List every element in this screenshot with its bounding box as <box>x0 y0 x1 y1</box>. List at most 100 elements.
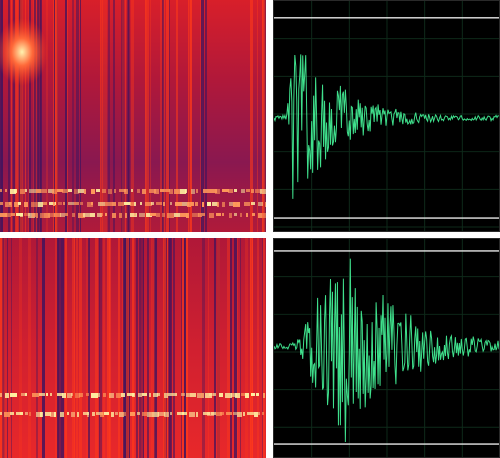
spectrogram-harmonic-cell <box>77 412 79 417</box>
spectrogram-harmonic-cell <box>86 393 89 396</box>
spectrogram-harmonic-cell <box>103 393 106 397</box>
spectrogram-harmonic-cell <box>54 412 56 417</box>
spectrogram-column <box>0 238 2 458</box>
spectrogram-harmonic-cell <box>192 213 199 217</box>
spectrogram-harmonic-cell <box>91 202 93 205</box>
spectrogram-harmonic-cell <box>36 189 41 193</box>
spectrogram-harmonic-cell <box>32 213 36 217</box>
spectrogram-harmonic-cell <box>109 393 114 398</box>
spectrogram-column <box>163 238 166 458</box>
spectrogram-harmonic-cell <box>142 393 147 396</box>
spectrogram-harmonic-cell <box>25 393 27 396</box>
spectrogram-harmonic-cell <box>243 412 245 416</box>
spectrogram-column <box>95 238 98 458</box>
spectrogram-harmonic-cell <box>46 393 48 396</box>
spectrogram-harmonic-cell <box>258 213 262 218</box>
spectrogram-harmonic-cell <box>11 213 15 216</box>
spectrogram-harmonic-cell <box>38 202 43 207</box>
spectrogram-harmonic-cell <box>152 412 159 417</box>
spectrogram-harmonic-cell <box>191 202 194 206</box>
spectrogram-harmonic-cell <box>41 189 47 193</box>
spectrogram-column <box>65 0 67 232</box>
spectrogram-harmonic-cell <box>134 202 136 206</box>
spectrogram-harmonic-cell <box>108 189 112 194</box>
spectrogram-column <box>245 238 248 458</box>
spectrogram-column <box>54 0 55 232</box>
spectrogram-harmonic-cell <box>263 393 265 398</box>
spectrogram-harmonic-cell <box>235 393 240 398</box>
spectrogram-harmonic-cell <box>115 412 118 415</box>
waveform-bottom-canvas <box>274 239 499 457</box>
spectrogram-harmonic-cell <box>252 213 255 216</box>
spectrogram-harmonic-cell <box>254 412 258 417</box>
spectrogram-harmonic-cell <box>220 412 224 415</box>
spectrogram-bottom <box>0 238 266 458</box>
spectrogram-harmonic-cell <box>105 213 107 216</box>
spectrogram-harmonic-cell <box>60 412 64 417</box>
spectrogram-harmonic-cell <box>43 202 47 205</box>
spectrogram-harmonic-cell <box>201 393 204 398</box>
spectrogram-harmonic-cell <box>258 412 260 415</box>
spectrogram-harmonic-cell <box>92 412 95 416</box>
spectrogram-harmonic-cell <box>209 393 213 396</box>
spectrogram-harmonic-cell <box>219 393 223 397</box>
spectrogram-harmonic-cell <box>185 189 187 193</box>
spectrogram-column <box>131 0 134 232</box>
spectrogram-harmonic-cell <box>114 189 116 193</box>
spectrogram-column <box>103 238 105 458</box>
spectrogram-harmonic-cell <box>222 213 224 216</box>
spectrogram-column <box>141 238 143 458</box>
spectrogram-harmonic-cell <box>124 202 131 205</box>
spectrogram-harmonic-cell <box>63 202 65 205</box>
spectrogram-harmonic-cell <box>105 202 112 206</box>
spectrogram-column <box>76 238 78 458</box>
spectrogram-harmonic-cell <box>83 213 90 217</box>
spectrogram-column <box>99 238 100 458</box>
spectrogram-harmonic-cell <box>226 412 232 415</box>
spectrogram-harmonic-cell <box>163 202 165 206</box>
spectrogram-harmonic-cell <box>118 202 124 206</box>
spectrogram-column <box>250 238 251 458</box>
spectrogram-harmonic-cell <box>217 202 219 207</box>
spectrogram-harmonic-cell <box>4 412 10 417</box>
spectrogram-harmonic-cell <box>121 393 125 397</box>
spectrogram-harmonic-cell <box>29 412 31 416</box>
spectrogram-harmonic-cell <box>91 393 98 398</box>
spectrogram-harmonic-cell <box>154 189 159 194</box>
spectrogram-column <box>121 0 124 232</box>
spectrogram-harmonic-cell <box>247 412 254 415</box>
spectrogram-column <box>139 238 141 458</box>
spectrogram-harmonic-cell <box>229 213 232 218</box>
spectrogram-column <box>143 238 144 458</box>
spectrogram-harmonic-cell <box>262 213 266 218</box>
spectrogram-column <box>42 238 45 458</box>
spectrogram-harmonic-cell <box>0 202 3 205</box>
spectrogram-harmonic-cell <box>142 412 147 416</box>
spectrogram-harmonic-cell <box>198 213 202 217</box>
spectrogram-harmonic-cell <box>125 213 127 218</box>
spectrogram-harmonic-cell <box>233 412 237 415</box>
spectrogram-harmonic-cell <box>134 213 136 216</box>
spectrogram-harmonic-cell <box>174 189 180 194</box>
spectrogram-harmonic-cell <box>91 189 95 194</box>
spectrogram-harmonic-cell <box>0 189 2 192</box>
spectrogram-column <box>79 238 82 458</box>
spectrogram-column <box>76 0 79 232</box>
spectrogram-column <box>262 0 264 232</box>
spectrogram-column <box>46 0 48 232</box>
spectrogram-harmonic-cell <box>258 202 263 206</box>
spectrogram-harmonic-cell <box>14 393 17 396</box>
spectrogram-column <box>55 238 57 458</box>
spectrogram-column <box>166 0 169 232</box>
spectrogram-harmonic-cell <box>196 412 198 417</box>
spectrogram-column <box>55 0 58 232</box>
spectrogram-harmonic-cell <box>137 412 140 415</box>
spectrogram-harmonic-cell <box>25 412 28 415</box>
spectrogram-column <box>36 238 38 458</box>
spectrogram-harmonic-cell <box>237 202 240 206</box>
spectrogram-harmonic-cell <box>160 189 164 192</box>
spectrogram-harmonic-cell <box>32 393 39 397</box>
spectrogram-harmonic-cell <box>169 189 173 194</box>
spectrogram-harmonic-cell <box>215 189 220 194</box>
spectrogram-harmonic-cell <box>36 213 38 218</box>
